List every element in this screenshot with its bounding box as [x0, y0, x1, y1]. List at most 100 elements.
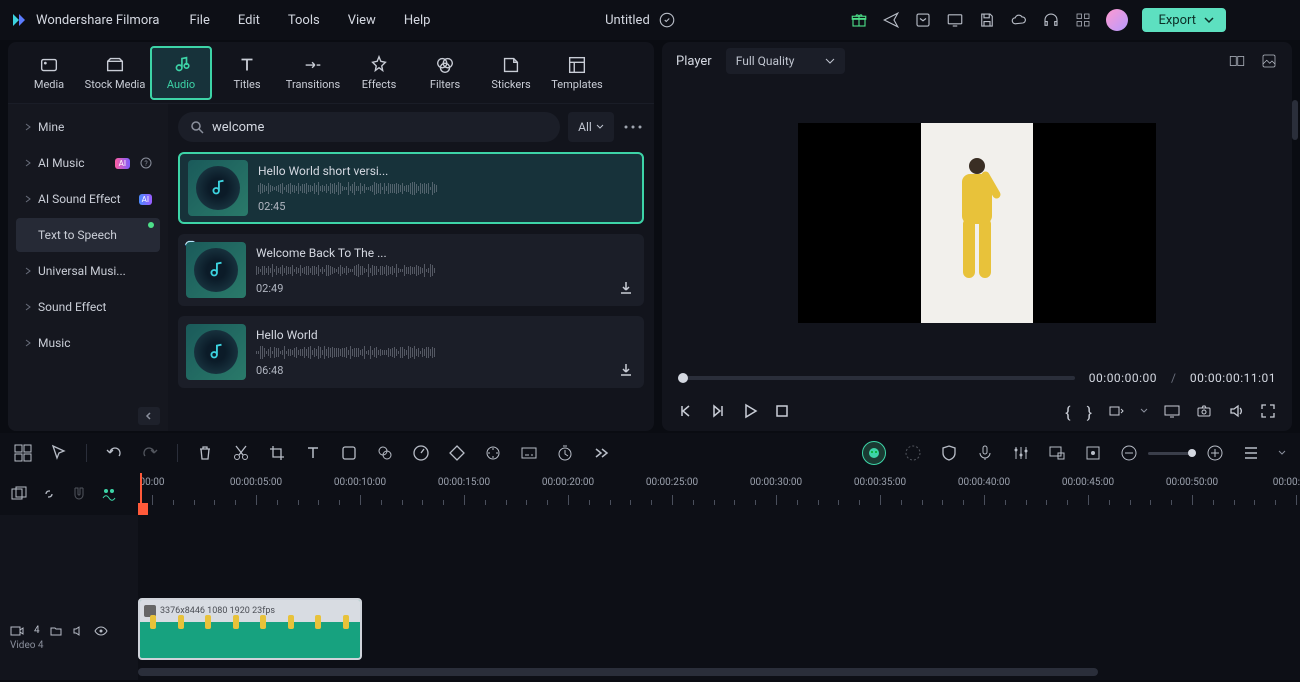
timeline-h-scrollbar[interactable] — [138, 668, 1300, 676]
menu-view[interactable]: View — [348, 13, 376, 28]
undo-icon[interactable] — [105, 444, 123, 462]
tab-audio[interactable]: Audio — [150, 46, 212, 100]
mute-icon[interactable] — [72, 625, 84, 637]
ai-assistant-icon[interactable] — [862, 441, 886, 465]
visibility-icon[interactable] — [94, 625, 108, 637]
timeline-tracks-area[interactable]: 3376x8446 1080 1920 23fps — [138, 515, 1300, 680]
help-icon[interactable]: ? — [140, 157, 152, 169]
tab-effects[interactable]: Effects — [348, 46, 410, 100]
speed-icon[interactable] — [412, 444, 430, 462]
zoom-in-icon[interactable] — [1206, 444, 1224, 462]
subtitle-icon[interactable] — [520, 444, 538, 462]
delete-icon[interactable] — [196, 444, 214, 462]
stop-icon[interactable] — [774, 403, 790, 419]
magnet-icon[interactable] — [70, 485, 88, 503]
list-view-icon[interactable] — [1242, 444, 1260, 462]
sidebar-item-ai-music[interactable]: AI MusicAI? — [16, 146, 160, 180]
audio-item[interactable]: 💎 Welcome Back To The ... 02:49 — [178, 234, 644, 306]
magic-icon[interactable] — [484, 444, 502, 462]
snapshot-icon[interactable] — [1196, 403, 1212, 419]
zoom-slider[interactable] — [1148, 452, 1196, 455]
zoom-out-icon[interactable] — [1120, 444, 1138, 462]
fullscreen-icon[interactable] — [1260, 403, 1276, 419]
audio-item[interactable]: Hello World 06:48 — [178, 316, 644, 388]
playhead[interactable] — [140, 473, 142, 515]
mic-icon[interactable] — [976, 444, 994, 462]
sidebar-item-universal-music[interactable]: Universal Musi... — [16, 254, 160, 288]
folder-icon[interactable] — [50, 625, 62, 637]
redo-icon[interactable] — [141, 444, 159, 462]
sidebar-item-text-to-speech[interactable]: Text to Speech — [16, 218, 160, 252]
tab-media[interactable]: Media — [18, 46, 80, 100]
cloud-icon[interactable] — [1010, 11, 1028, 29]
menu-help[interactable]: Help — [404, 13, 431, 28]
sidebar-item-ai-sound-effect[interactable]: AI Sound EffectAI — [16, 182, 160, 216]
cut-icon[interactable] — [232, 444, 250, 462]
layout-icon[interactable] — [14, 444, 32, 462]
tab-filters[interactable]: Filters — [414, 46, 476, 100]
search-input-wrapper[interactable] — [178, 112, 560, 142]
monitor-icon[interactable] — [946, 11, 964, 29]
prev-frame-icon[interactable] — [678, 403, 694, 419]
download-icon[interactable] — [618, 280, 634, 296]
apps-icon[interactable] — [1074, 11, 1092, 29]
filter-dropdown[interactable]: All — [568, 112, 614, 142]
text-icon[interactable] — [304, 444, 322, 462]
timer-icon[interactable] — [556, 444, 574, 462]
mark-in-icon[interactable]: { — [1065, 403, 1070, 419]
player-viewport[interactable] — [662, 80, 1292, 365]
search-input[interactable] — [212, 120, 548, 135]
gift-icon[interactable] — [850, 11, 868, 29]
user-avatar[interactable] — [1106, 9, 1128, 31]
compare-view-icon[interactable] — [1228, 52, 1246, 70]
volume-icon[interactable] — [1228, 403, 1244, 419]
link-icon[interactable] — [40, 485, 58, 503]
menu-file[interactable]: File — [189, 13, 209, 28]
mark-out-icon[interactable]: } — [1087, 403, 1092, 419]
crop-icon[interactable] — [268, 444, 286, 462]
display-icon[interactable] — [1164, 403, 1180, 419]
tab-transitions[interactable]: Transitions — [282, 46, 344, 100]
tab-templates[interactable]: Templates — [546, 46, 608, 100]
more-icon[interactable] — [622, 124, 644, 130]
tab-stickers[interactable]: Stickers — [480, 46, 542, 100]
timeline-v-scrollbar[interactable] — [1292, 100, 1298, 140]
tab-stock-media[interactable]: Stock Media — [84, 46, 146, 100]
chevron-down-icon[interactable] — [1140, 407, 1148, 415]
chevron-down-icon[interactable] — [1278, 449, 1286, 457]
tab-titles[interactable]: Titles — [216, 46, 278, 100]
play-icon[interactable] — [742, 403, 758, 419]
menu-edit[interactable]: Edit — [238, 13, 260, 28]
auto-ripple-icon[interactable] — [100, 485, 118, 503]
sidebar-collapse-button[interactable] — [138, 407, 160, 425]
menu-tools[interactable]: Tools — [288, 13, 320, 28]
record-screen-icon[interactable] — [1048, 444, 1066, 462]
sidebar-item-sound-effect[interactable]: Sound Effect — [16, 290, 160, 324]
sidebar-item-music[interactable]: Music — [16, 326, 160, 360]
more-tools-icon[interactable] — [592, 444, 610, 462]
scrub-handle[interactable] — [678, 373, 688, 383]
color-icon[interactable] — [376, 444, 394, 462]
scrub-track[interactable] — [678, 376, 1075, 380]
render-icon[interactable] — [904, 444, 922, 462]
play-forward-icon[interactable] — [710, 403, 726, 419]
track-add-icon[interactable] — [10, 485, 28, 503]
shield-icon[interactable] — [940, 444, 958, 462]
save-icon[interactable] — [978, 11, 996, 29]
ratio-icon[interactable] — [1108, 403, 1124, 419]
sidebar-item-mine[interactable]: Mine — [16, 110, 160, 144]
timeline-ruler[interactable]: 00:0000:00:05:0000:00:10:0000:00:15:0000… — [138, 473, 1300, 515]
video-clip[interactable]: 3376x8446 1080 1920 23fps — [138, 598, 362, 660]
audio-item[interactable]: Hello World short versi... 02:45 — [178, 152, 644, 224]
download-icon[interactable] — [618, 362, 634, 378]
headphones-icon[interactable] — [1042, 11, 1060, 29]
library-icon[interactable] — [914, 11, 932, 29]
audio-mixer-icon[interactable] — [1012, 444, 1030, 462]
frame-icon[interactable] — [340, 444, 358, 462]
cursor-icon[interactable] — [50, 444, 68, 462]
cloud-sync-icon[interactable] — [658, 11, 676, 29]
send-icon[interactable] — [882, 11, 900, 29]
picture-icon[interactable] — [1260, 52, 1278, 70]
export-button[interactable]: Export — [1142, 8, 1226, 32]
marker-icon[interactable] — [1084, 444, 1102, 462]
